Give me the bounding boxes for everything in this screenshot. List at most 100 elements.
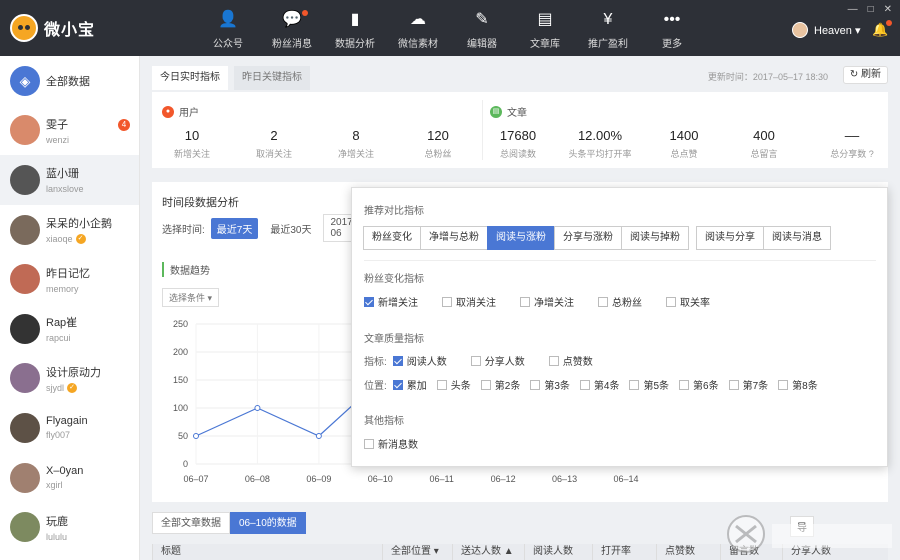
compare-option[interactable]: 分享与涨粉 [554,226,622,250]
checkbox-option[interactable]: 取消关注 [442,294,496,309]
checkbox[interactable] [364,438,374,449]
column-header[interactable]: 送达人数 ▲ [452,544,524,560]
update-time: 更新时间：2017–05–17 18:30 [707,72,828,82]
nav-wechat[interactable]: ☁ 微信素材 [388,10,448,50]
checkbox-option[interactable]: 取关率 [666,294,710,309]
sidebar-item-account[interactable]: 呆呆的小企鹅 xiaoqe ✓ [0,205,139,255]
nav-book[interactable]: ▤ 文章库 [515,10,575,50]
nav-label: 微信素材 [398,39,438,50]
checkbox-option[interactable]: 第4条 [579,377,619,392]
sidebar-item-account[interactable]: X–0yan xgirl [0,453,139,503]
nav-person[interactable]: 👤 公众号 [198,10,258,50]
column-header[interactable]: 打开率 [592,544,656,560]
checkbox-option[interactable]: 新消息数 [364,436,418,451]
checkbox[interactable] [548,355,559,366]
compare-option[interactable]: 净增与总粉 [420,226,488,250]
stat-label: 头条平均打开率 [568,149,632,159]
nav-money-bag[interactable]: ¥ 推广盈利 [578,10,638,50]
compare-option[interactable]: 阅读与消息 [763,226,831,250]
checkbox-option[interactable]: 阅读人数 [392,353,447,368]
sidebar-item-account[interactable]: Flyagain fly007 [0,403,139,453]
checkbox-option[interactable]: 新增关注 [364,294,418,309]
column-header[interactable]: 全部位置 ▾ [382,544,452,560]
checkbox-option[interactable]: 第5条 [629,377,669,392]
sidebar-item-account[interactable]: Rap崔 rapcui [0,304,139,354]
checkbox[interactable] [530,379,541,390]
checkbox[interactable] [778,379,789,390]
tab-yesterday[interactable]: 昨日关键指标 [234,66,310,90]
checkbox-option[interactable]: 第7条 [728,377,768,392]
checkbox[interactable] [579,379,590,390]
checkbox[interactable] [442,296,452,307]
checkbox-label: 第3条 [544,381,570,392]
data-point[interactable] [193,433,199,439]
checkbox-option[interactable]: 头条 [436,377,471,392]
avatar [10,412,40,443]
checkbox-label: 第5条 [643,381,670,392]
sidebar-item-account[interactable]: 蓝小珊 lanxslove [0,155,139,205]
sidebar-item-account[interactable]: 雯子 wenzi [0,106,139,156]
nav-bar-chart[interactable]: ▮ 数据分析 [325,10,385,50]
account-name-text: 呆呆的小企鹅 [46,217,112,230]
sidebar-item-account[interactable]: 设计原动力 sjydl ✓ [0,354,139,404]
compare-option[interactable]: 阅读与分享 [696,226,764,250]
close-icon[interactable]: ✕ [884,4,892,15]
sidebar-item-all-data[interactable]: ◈ 全部数据 [0,56,139,106]
checkbox[interactable] [392,379,403,390]
tab-all-articles[interactable]: 全部文章数据 [152,512,230,534]
tab-date-articles[interactable]: 06–10的数据 [230,512,306,534]
last-7-days-button[interactable]: 最近7天 [210,217,259,239]
maximize-icon[interactable]: □ [868,4,874,15]
user-name: Heaven ▾ [814,24,861,37]
column-header[interactable]: 点赞数 [656,544,720,560]
checkbox-option[interactable]: 第6条 [679,377,719,392]
data-point[interactable] [254,405,261,411]
minimize-icon[interactable]: — [848,4,858,15]
nav-more-dots[interactable]: ••• 更多 [642,10,702,50]
last-30-days-button[interactable]: 最近30天 [264,218,317,239]
checkbox[interactable] [728,379,739,390]
data-point[interactable] [315,433,322,439]
nav-chat-bubble[interactable]: 💬 粉丝消息 [262,10,322,50]
mascot-logo-icon [10,14,38,42]
checkbox[interactable] [470,355,481,366]
quality-title: 文章质量指标 [364,334,424,345]
stat-value: –– [844,128,860,143]
refresh-button[interactable]: ↻ 刷新 [842,66,888,84]
checkbox-option[interactable]: 分享人数 [470,353,525,368]
checkbox[interactable] [480,379,491,390]
checkbox-label: 头条 [450,381,471,392]
checkbox[interactable] [436,379,447,390]
checkbox[interactable] [666,296,676,307]
checkbox[interactable] [520,296,530,307]
checkbox[interactable] [392,355,403,366]
section-label: 用户 [179,108,199,119]
pen-icon: ✎ [475,11,489,28]
checkbox-option[interactable]: 总粉丝 [598,294,642,309]
checkbox-option[interactable]: 净增关注 [520,294,574,309]
compare-option[interactable]: 粉丝变化 [363,226,421,250]
tab-today[interactable]: 今日实时指标 [152,66,228,90]
checkbox[interactable] [679,379,690,390]
column-header[interactable]: 阅读人数 [524,544,592,560]
compare-option[interactable]: 阅读与涨粉 [487,226,555,250]
compare-option[interactable]: 阅读与掉粉 [621,226,689,250]
recommend-title: 推荐对比指标 [364,206,424,217]
checkbox[interactable] [598,296,608,307]
checkbox-option[interactable]: 第8条 [778,377,818,392]
sidebar-item-account[interactable]: 昨日记忆 memory [0,254,139,304]
checkbox-option[interactable]: 点赞数 [548,353,593,368]
main-header: 今日实时指标 昨日关键指标 更新时间：2017–05–17 18:30 ↻ 刷新 [152,66,888,90]
checkbox-option[interactable]: 累加 [392,377,427,392]
checkbox-option[interactable]: 第3条 [530,377,570,392]
checkbox[interactable] [629,379,640,390]
checkbox-option[interactable]: 第2条 [480,377,520,392]
bell-icon[interactable]: 🔔 [872,20,893,38]
user-menu[interactable]: Heaven ▾ [792,22,861,38]
checkbox[interactable] [364,296,374,307]
column-header[interactable]: 标题 [152,544,382,560]
nav-pen[interactable]: ✎ 编辑器 [452,10,512,50]
app-logo[interactable]: 微小宝 [10,14,95,42]
nav-label: 粉丝消息 [272,39,312,50]
sidebar-item-account[interactable]: 玩鹿 lululu [0,502,139,552]
